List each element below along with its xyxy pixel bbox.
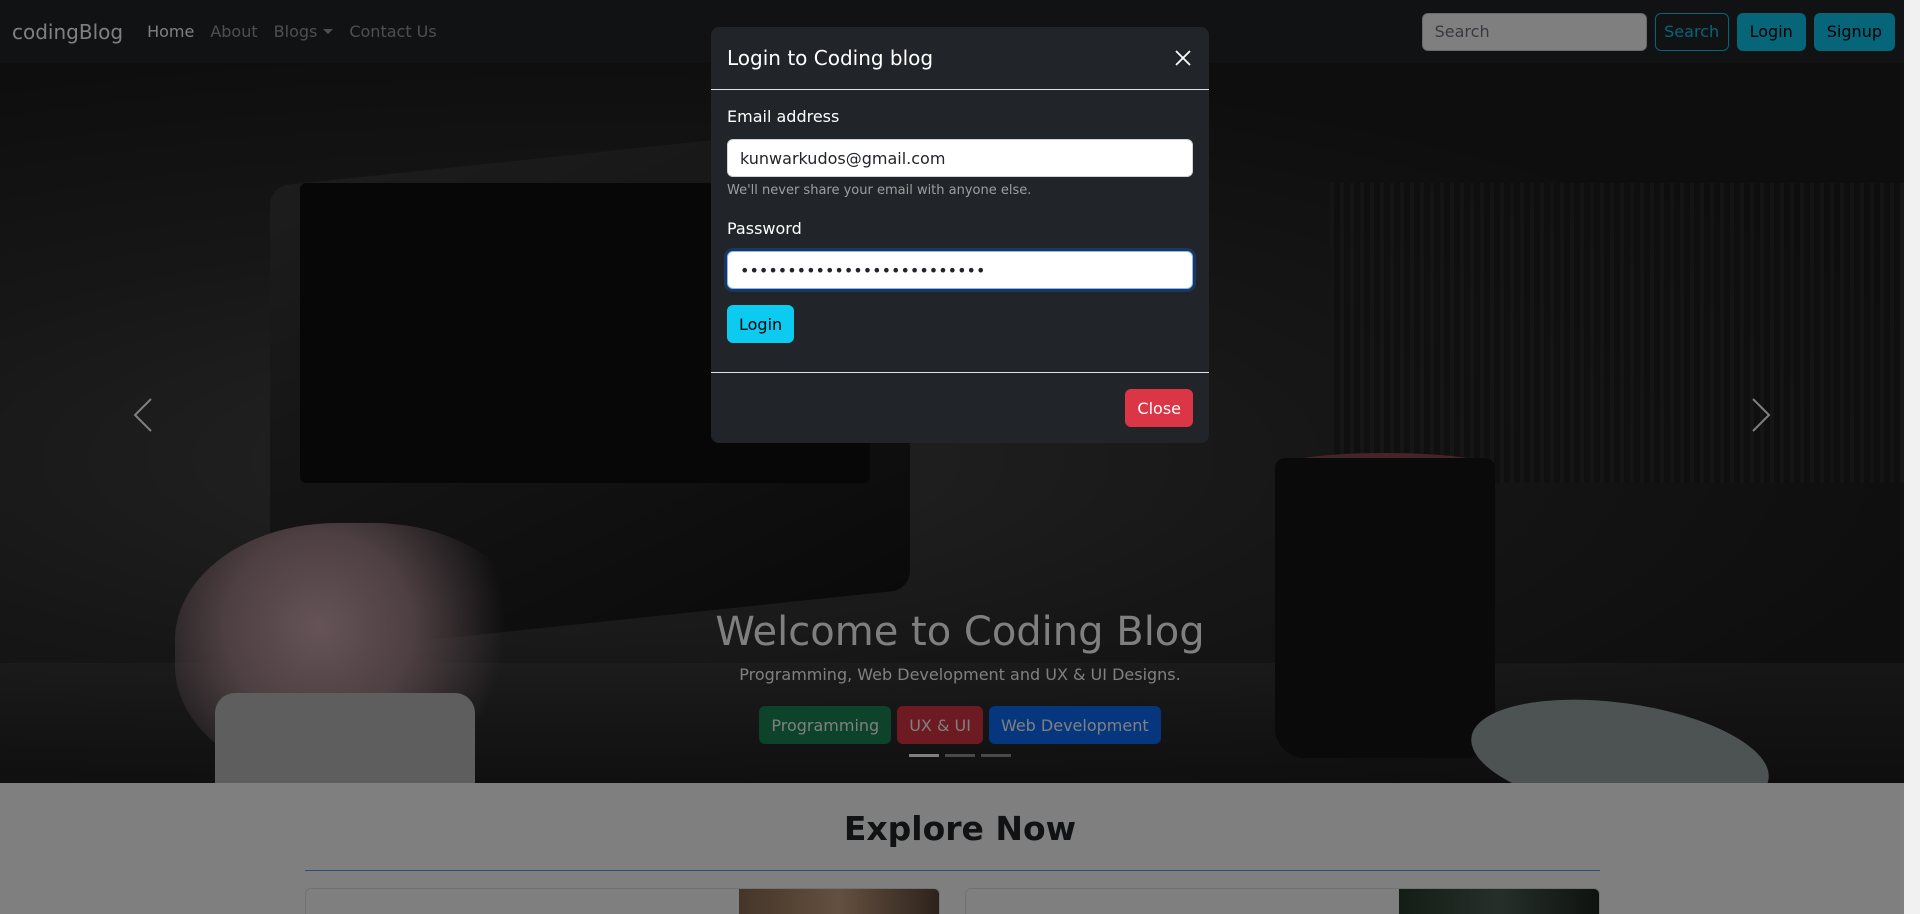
email-label: Email address <box>727 107 840 126</box>
email-help-text: We'll never share your email with anyone… <box>727 183 1032 198</box>
close-button[interactable]: Close <box>1125 389 1193 427</box>
close-icon <box>1175 50 1191 66</box>
email-field[interactable] <box>727 139 1193 177</box>
login-modal: Login to Coding blog Email address We'll… <box>711 27 1209 443</box>
modal-header: Login to Coding blog <box>711 27 1209 90</box>
modal-close-button[interactable] <box>1169 44 1197 72</box>
password-group: Password <box>727 219 1193 289</box>
modal-title: Login to Coding blog <box>727 46 934 70</box>
modal-footer: Close <box>711 372 1209 443</box>
modal-body: Email address We'll never share your ema… <box>727 107 1193 343</box>
page-scrollbar[interactable] <box>1904 0 1920 914</box>
login-submit-button[interactable]: Login <box>727 305 795 343</box>
password-field[interactable] <box>727 251 1193 289</box>
password-label: Password <box>727 219 802 238</box>
